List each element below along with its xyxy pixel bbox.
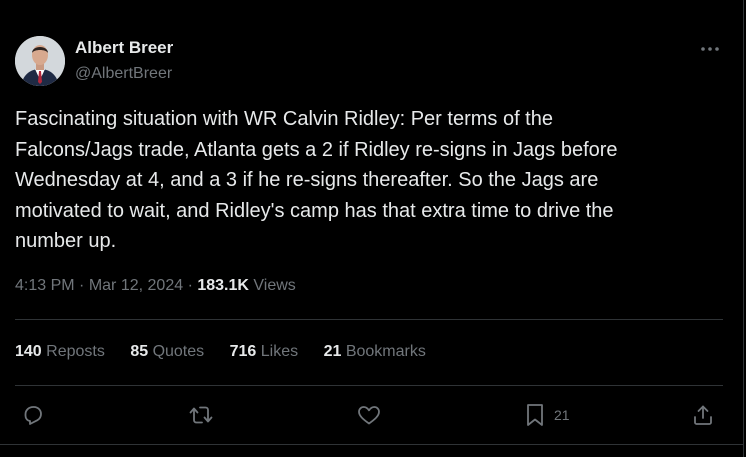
tweet-meta: 4:13 PM · Mar 12, 2024 · 183.1K Views <box>15 276 296 296</box>
more-icon[interactable] <box>699 38 721 60</box>
views-label: Views <box>253 277 296 294</box>
likes-stat[interactable]: 716 Likes <box>230 343 299 360</box>
bookmarks-label: Bookmarks <box>345 343 426 360</box>
reposts-stat[interactable]: 140 Reposts <box>15 343 105 360</box>
meta-separator: · <box>79 277 85 294</box>
divider <box>15 319 723 320</box>
divider <box>15 385 723 386</box>
author-handle[interactable]: @AlbertBreer <box>75 64 172 84</box>
reply-icon <box>24 406 42 425</box>
views-count: 183.1K <box>197 277 249 294</box>
bookmark-button[interactable]: 21 <box>524 402 570 428</box>
repost-icon <box>189 406 213 424</box>
bookmark-count: 21 <box>554 407 570 423</box>
profile-photo <box>15 36 65 86</box>
like-button[interactable] <box>356 402 382 428</box>
bookmarks-count: 21 <box>323 343 342 360</box>
reposts-count: 140 <box>15 343 42 360</box>
quotes-count: 85 <box>130 343 149 360</box>
quotes-label: Quotes <box>152 343 205 360</box>
tweet-date[interactable]: Mar 12, 2024 <box>89 277 183 294</box>
engagement-stats: 140 Reposts 85 Quotes 716 Likes 21 Bookm… <box>15 342 447 362</box>
quotes-stat[interactable]: 85 Quotes <box>130 343 204 360</box>
divider <box>0 444 744 445</box>
share-button[interactable] <box>691 402 715 428</box>
tweet-text: Fascinating situation with WR Calvin Rid… <box>15 108 618 252</box>
avatar[interactable] <box>15 36 65 86</box>
like-icon <box>358 406 380 425</box>
repost-button[interactable] <box>188 402 214 428</box>
tweet-time[interactable]: 4:13 PM <box>15 277 75 294</box>
likes-label: Likes <box>260 343 299 360</box>
reposts-label: Reposts <box>46 343 105 360</box>
share-icon <box>694 405 712 425</box>
likes-count: 716 <box>229 343 257 360</box>
bookmark-icon <box>527 404 543 426</box>
reply-button[interactable] <box>21 402 45 428</box>
tweet-card: Albert Breer @AlbertBreer Fascinating si… <box>0 0 744 457</box>
author-display-name[interactable]: Albert Breer <box>75 38 173 58</box>
bookmarks-stat[interactable]: 21 Bookmarks <box>324 343 426 360</box>
meta-separator: · <box>187 277 193 294</box>
